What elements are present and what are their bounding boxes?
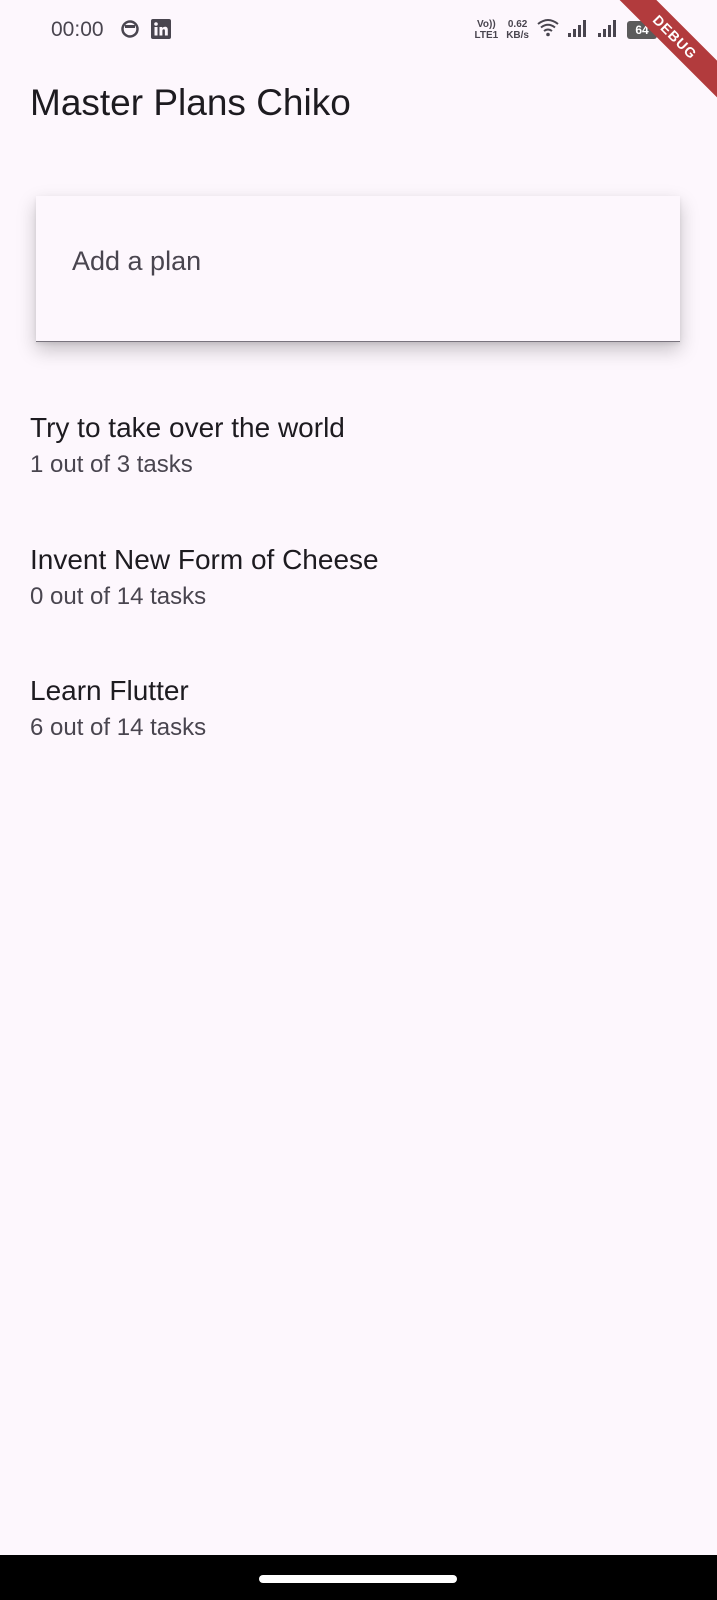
page-title: Master Plans Chiko [30, 82, 351, 123]
linkedin-icon [151, 19, 171, 39]
plan-list-item[interactable]: Learn Flutter 6 out of 14 tasks [0, 655, 717, 787]
debug-banner: DEBUG [607, 0, 717, 110]
signal-icon [567, 18, 589, 43]
network-speed: 0.62 KB/s [506, 19, 529, 41]
plan-list: Try to take over the world 1 out of 3 ta… [0, 392, 717, 787]
notification-circle-icon [120, 19, 140, 39]
home-indicator[interactable] [259, 1575, 457, 1583]
system-navigation-bar [0, 1555, 717, 1600]
plan-list-item[interactable]: Invent New Form of Cheese 0 out of 14 ta… [0, 524, 717, 656]
lte-label: LTE1 [474, 30, 499, 41]
network-speed-unit: KB/s [506, 30, 529, 41]
plan-task-count: 1 out of 3 tasks [30, 451, 193, 478]
plan-task-count: 6 out of 14 tasks [30, 714, 207, 741]
app-screen: 00:00 Vo)) LTE1 0.62 KB/s 64 DEBUG Maste… [0, 0, 717, 1600]
volte-indicator: Vo)) LTE1 [474, 19, 498, 41]
plan-list-item[interactable]: Try to take over the world 1 out of 3 ta… [0, 392, 717, 524]
status-time: 00:00 [51, 18, 104, 41]
network-speed-value: 0.62 [507, 19, 528, 30]
volte-label: Vo)) [476, 19, 496, 30]
add-plan-card [36, 196, 680, 342]
plan-title: Learn Flutter [30, 675, 189, 706]
plan-task-count: 0 out of 14 tasks [30, 582, 207, 610]
wifi-icon [537, 18, 559, 43]
plan-title: Try to take over the world [30, 412, 345, 443]
debug-banner-label: DEBUG [609, 0, 717, 103]
add-plan-input[interactable] [72, 236, 652, 286]
plan-title: Invent New Form of Cheese [30, 543, 379, 575]
